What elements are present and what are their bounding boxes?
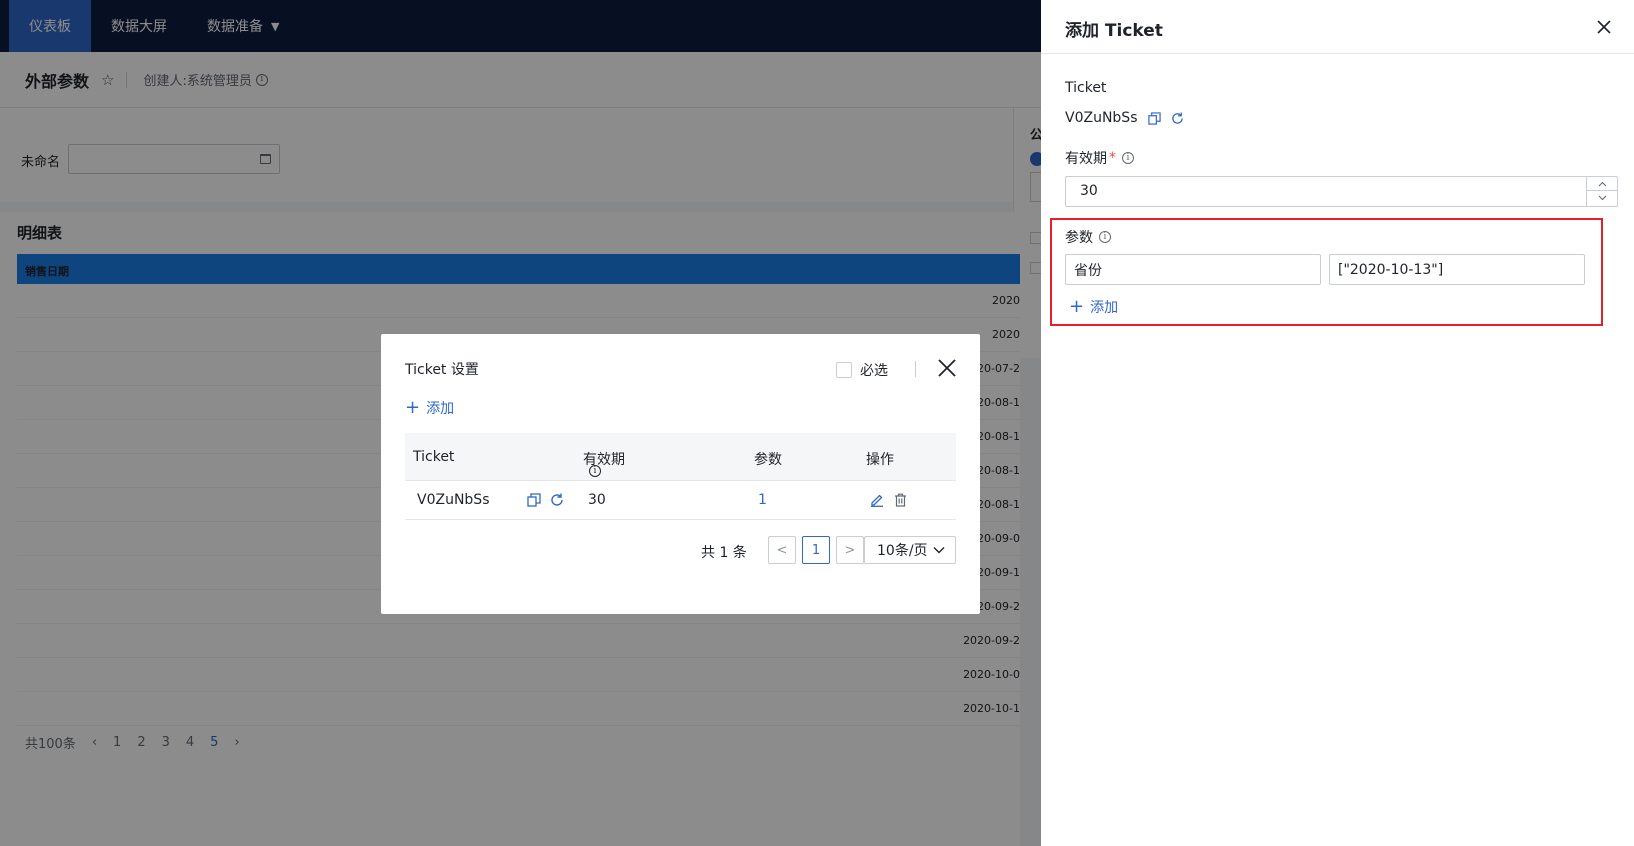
add-label: 添加 xyxy=(426,401,455,417)
next-page-button[interactable]: > xyxy=(836,536,864,564)
plus-icon: + xyxy=(405,397,421,418)
copy-icon[interactable] xyxy=(527,493,541,507)
column-header-actions: 操作 xyxy=(866,452,894,468)
refresh-icon[interactable] xyxy=(1171,111,1184,125)
ticket-table: Ticket 有效期 i 参数 操作 V0ZuNbSs 30 1 xyxy=(405,433,956,520)
decrement-button[interactable] xyxy=(1587,191,1617,205)
prev-page-button[interactable]: < xyxy=(768,536,796,564)
validity-label: 有效期 xyxy=(1065,151,1107,167)
close-icon[interactable] xyxy=(1594,17,1614,37)
chevron-down-icon xyxy=(1598,195,1606,201)
page-size-select[interactable]: 10条/页 xyxy=(864,536,956,564)
column-header-params: 参数 xyxy=(754,452,782,468)
chevron-up-icon xyxy=(1598,181,1606,186)
add-param-label: 添加 xyxy=(1090,300,1119,316)
edit-icon[interactable] xyxy=(870,493,884,507)
pagination-total: 共 1 条 xyxy=(701,545,747,561)
validity-number-input[interactable]: 30 xyxy=(1065,176,1618,207)
params-label-row: 参数 i xyxy=(1065,227,1111,247)
drawer-title: 添加 Ticket xyxy=(1065,21,1163,41)
add-ticket-button[interactable]: + 添加 xyxy=(405,398,454,418)
increment-button[interactable] xyxy=(1587,177,1617,191)
refresh-icon[interactable] xyxy=(550,493,564,507)
param-value-input[interactable] xyxy=(1329,254,1585,285)
required-label: 必选 xyxy=(860,363,888,379)
plus-icon: + xyxy=(1069,296,1085,317)
chevron-down-icon xyxy=(933,547,945,554)
info-icon: i xyxy=(1099,231,1111,243)
add-param-button[interactable]: + 添加 xyxy=(1069,297,1118,317)
dialog-pagination: 共 1 条 < 1 > 10条/页 xyxy=(381,536,980,566)
copy-icon[interactable] xyxy=(1147,111,1161,125)
ticket-cell: V0ZuNbSs xyxy=(417,492,490,508)
table-row: V0ZuNbSs 30 1 xyxy=(405,481,956,520)
validity-label-row: 有效期 * i xyxy=(1065,148,1134,168)
divider xyxy=(915,361,916,377)
ticket-settings-dialog: Ticket 设置 必选 + 添加 Ticket 有效期 i 参数 操作 V0Zu… xyxy=(381,334,980,614)
validity-header-label: 有效期 xyxy=(583,452,625,468)
table-header: Ticket 有效期 i 参数 操作 xyxy=(405,433,956,481)
number-stepper xyxy=(1586,177,1617,206)
params-count-link[interactable]: 1 xyxy=(758,492,767,508)
drawer-header: 添加 Ticket xyxy=(1041,0,1634,54)
params-label: 参数 xyxy=(1065,230,1093,246)
validity-value: 30 xyxy=(1080,183,1098,199)
column-header-ticket: Ticket xyxy=(413,449,455,465)
close-icon[interactable] xyxy=(935,356,959,380)
dialog-title: Ticket 设置 xyxy=(405,362,479,378)
required-asterisk: * xyxy=(1109,150,1116,166)
validity-cell: 30 xyxy=(588,492,606,508)
info-icon: i xyxy=(589,465,601,477)
column-header-validity: 有效期 i xyxy=(583,449,625,477)
ticket-value: V0ZuNbSs xyxy=(1065,110,1138,126)
page-size-value: 10条/页 xyxy=(877,543,928,559)
info-icon: i xyxy=(1122,152,1134,164)
checkbox-icon[interactable] xyxy=(836,362,852,378)
page-1-button[interactable]: 1 xyxy=(802,536,830,564)
delete-icon[interactable] xyxy=(894,493,907,507)
param-key-input[interactable] xyxy=(1065,254,1321,285)
add-ticket-drawer: 添加 Ticket Ticket V0ZuNbSs 有效期 * i 30 参数 … xyxy=(1041,0,1634,846)
ticket-value-row: V0ZuNbSs xyxy=(1065,110,1184,126)
ticket-label: Ticket xyxy=(1065,80,1107,96)
required-checkbox[interactable]: 必选 xyxy=(836,360,888,380)
